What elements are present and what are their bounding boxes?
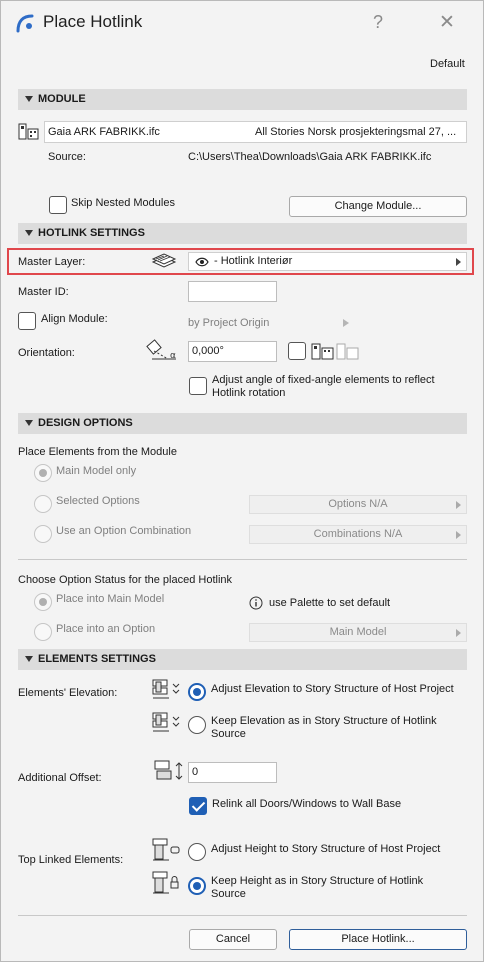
cancel-button[interactable]: Cancel (189, 929, 277, 950)
use-combination-radio[interactable] (34, 525, 52, 543)
adjust-angle-label-line1: Adjust angle of fixed-angle elements to … (212, 374, 435, 386)
title-bar: Place Hotlink ? ✕ (1, 1, 483, 45)
keep-elevation-label-line2: Source (211, 728, 246, 740)
dropdown-arrow-icon (456, 501, 461, 509)
place-into-main-label: Place into Main Model (56, 593, 165, 605)
keep-elevation-radio[interactable] (188, 716, 206, 734)
align-module-value[interactable]: by Project Origin (188, 317, 269, 329)
main-model-only-label: Main Model only (56, 465, 137, 477)
place-hotlink-dialog: Place Hotlink ? ✕ Default MODULE Gaia AR… (0, 0, 484, 962)
section-header-design-options[interactable]: DESIGN OPTIONS (18, 413, 467, 434)
options-dropdown[interactable]: Options N/A (249, 495, 467, 514)
adjust-angle-checkbox[interactable] (189, 377, 207, 395)
elevation-label: Elements' Elevation: (18, 687, 118, 699)
section-label: DESIGN OPTIONS (38, 417, 133, 429)
archicad-logo-icon (16, 14, 34, 33)
settings-profile[interactable]: Default (430, 58, 465, 70)
svg-text:α: α (170, 351, 176, 361)
adjust-height-icon (152, 838, 180, 861)
additional-offset-input[interactable]: 0 (188, 762, 277, 783)
selected-options-radio[interactable] (34, 495, 52, 513)
adjust-elevation-icon (152, 679, 180, 699)
keep-elevation-label-line1: Keep Elevation as in Story Structure of … (211, 715, 437, 727)
skip-nested-label: Skip Nested Modules (71, 197, 175, 209)
building-orientation-icon (311, 343, 359, 360)
section-label: ELEMENTS SETTINGS (38, 653, 156, 665)
source-label: Source: (48, 151, 86, 163)
dropdown-arrow-icon (456, 629, 461, 637)
palette-hint: use Palette to set default (269, 597, 391, 609)
use-combination-label: Use an Option Combination (56, 525, 192, 537)
additional-offset-label: Additional Offset: (18, 772, 102, 784)
keep-elevation-icon (152, 712, 180, 732)
adjust-height-label: Adjust Height to Story Structure of Host… (211, 843, 441, 855)
divider (18, 559, 467, 560)
master-layer-dropdown[interactable]: - Hotlink Interiør (188, 252, 467, 271)
top-linked-label: Top Linked Elements: (18, 854, 124, 866)
close-button[interactable]: ✕ (439, 11, 455, 34)
change-module-button[interactable]: Change Module... (289, 196, 467, 217)
keep-height-icon (152, 871, 179, 894)
master-layer-label: Master Layer: (18, 256, 86, 268)
collapse-triangle-icon (25, 656, 33, 662)
align-module-checkbox[interactable] (18, 312, 36, 330)
orientation-toggle-checkbox[interactable] (288, 342, 306, 360)
module-file-icon (18, 123, 39, 140)
master-id-label: Master ID: (18, 286, 69, 298)
module-file-name: Gaia ARK FABRIKK.ifc (48, 126, 160, 138)
master-layer-value: - Hotlink Interiør (214, 255, 293, 267)
place-into-main-radio[interactable] (34, 593, 52, 611)
dropdown-arrow-icon (456, 258, 461, 266)
place-into-option-label: Place into an Option (56, 623, 156, 635)
orientation-label: Orientation: (18, 347, 75, 359)
source-path: C:\Users\Thea\Downloads\Gaia ARK FABRIKK… (188, 151, 432, 163)
place-from-label: Place Elements from the Module (18, 446, 177, 458)
offset-icon (154, 760, 183, 780)
adjust-elevation-label: Adjust Elevation to Story Structure of H… (211, 683, 454, 695)
place-hotlink-button[interactable]: Place Hotlink... (289, 929, 467, 950)
adjust-elevation-radio[interactable] (188, 683, 206, 701)
align-module-label: Align Module: (41, 313, 108, 325)
relink-checkbox[interactable] (189, 797, 207, 815)
eye-icon (195, 257, 209, 267)
module-file-field[interactable]: Gaia ARK FABRIKK.ifc All Stories Norsk p… (44, 121, 467, 143)
place-into-option-radio[interactable] (34, 623, 52, 641)
section-header-hotlink-settings[interactable]: HOTLINK SETTINGS (18, 223, 467, 244)
rotation-angle-icon: α (146, 339, 176, 361)
collapse-triangle-icon (25, 230, 33, 236)
section-label: HOTLINK SETTINGS (38, 227, 145, 239)
adjust-height-radio[interactable] (188, 843, 206, 861)
main-model-only-radio[interactable] (34, 464, 52, 482)
chevron-right-icon (343, 319, 349, 327)
main-model-dropdown[interactable]: Main Model (249, 623, 467, 642)
master-id-input[interactable] (188, 281, 277, 302)
collapse-triangle-icon (25, 420, 33, 426)
keep-height-radio[interactable] (188, 877, 206, 895)
dropdown-arrow-icon (456, 531, 461, 539)
selected-options-label: Selected Options (56, 495, 140, 507)
help-button[interactable]: ? (373, 12, 383, 33)
section-header-elements-settings[interactable]: ELEMENTS SETTINGS (18, 649, 467, 670)
module-stories: All Stories Norsk prosjekteringsmal 27, … (255, 126, 457, 138)
keep-height-label-line1: Keep Height as in Story Structure of Hot… (211, 875, 424, 887)
section-header-module[interactable]: MODULE (18, 89, 467, 110)
keep-height-label-line2: Source (211, 888, 246, 900)
skip-nested-checkbox[interactable] (49, 196, 67, 214)
combinations-dropdown[interactable]: Combinations N/A (249, 525, 467, 544)
relink-label: Relink all Doors/Windows to Wall Base (212, 798, 402, 810)
combinations-dropdown-value: Combinations N/A (313, 528, 403, 540)
main-model-dropdown-value: Main Model (329, 626, 387, 638)
adjust-angle-label-line2: Hotlink rotation (212, 387, 286, 399)
options-dropdown-value: Options N/A (328, 498, 388, 510)
dialog-title: Place Hotlink (43, 12, 143, 31)
orientation-input[interactable]: 0,000° (188, 341, 277, 362)
section-label: MODULE (38, 93, 86, 105)
info-icon (249, 596, 263, 610)
choose-status-label: Choose Option Status for the placed Hotl… (18, 574, 233, 586)
footer-divider (18, 915, 467, 916)
layers-icon (151, 253, 177, 268)
collapse-triangle-icon (25, 96, 33, 102)
